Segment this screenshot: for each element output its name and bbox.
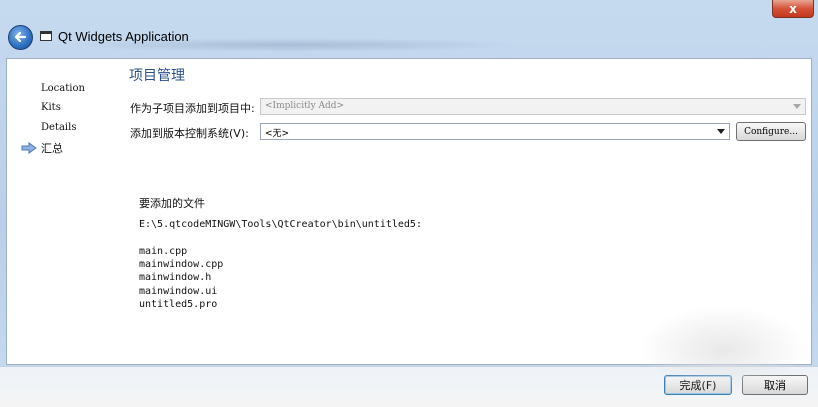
window-title: Qt Widgets Application xyxy=(58,29,189,44)
file-item: main.cpp xyxy=(139,246,188,257)
files-heading: 要添加的文件 xyxy=(139,197,205,210)
file-item: mainwindow.ui xyxy=(139,285,218,297)
wizard-page: Location Kits Details 汇总 项目管理 作为子项目添加到项目… xyxy=(6,58,812,365)
window-frame: x Qt Widgets Application Location Kits D… xyxy=(0,0,818,407)
vcs-label: 添加到版本控制系统(V): xyxy=(130,127,249,140)
finish-button[interactable]: 完成(F) xyxy=(664,375,732,395)
file-list: main.cpp mainwindow.cpp mainwindow.h mai… xyxy=(139,245,223,311)
chevron-down-icon xyxy=(717,129,725,134)
files-path: E:\5.qtcodeMINGW\Tools\QtCreator\bin\unt… xyxy=(139,219,422,230)
configure-button[interactable]: Configure... xyxy=(736,122,806,141)
add-subproject-value: <Implicitly Add> xyxy=(265,101,345,111)
sidebar-item-kits: Kits xyxy=(41,102,61,113)
file-item: untitled5.pro xyxy=(139,298,218,310)
vcs-select[interactable]: <无> xyxy=(260,123,730,140)
page-title: 项目管理 xyxy=(129,68,185,84)
add-subproject-label: 作为子项目添加到项目中: xyxy=(130,102,255,115)
cancel-button[interactable]: 取消 xyxy=(742,375,808,395)
vcs-value: <无> xyxy=(265,129,290,139)
window-icon xyxy=(40,31,52,41)
sidebar-item-location: Location xyxy=(41,83,85,94)
current-step-arrow-icon xyxy=(21,142,37,154)
back-button[interactable] xyxy=(8,25,33,50)
sidebar-item-summary: 汇总 xyxy=(41,142,63,155)
close-icon: x xyxy=(789,1,797,16)
add-subproject-select[interactable]: <Implicitly Add> xyxy=(260,98,806,115)
file-item: mainwindow.cpp xyxy=(139,259,224,271)
sidebar-item-details: Details xyxy=(41,122,77,133)
back-arrow-icon xyxy=(14,31,27,43)
button-bar: 完成(F) 取消 xyxy=(0,366,818,407)
close-button[interactable]: x xyxy=(772,0,814,18)
chevron-down-icon xyxy=(793,104,801,109)
file-item: mainwindow.h xyxy=(139,272,212,284)
